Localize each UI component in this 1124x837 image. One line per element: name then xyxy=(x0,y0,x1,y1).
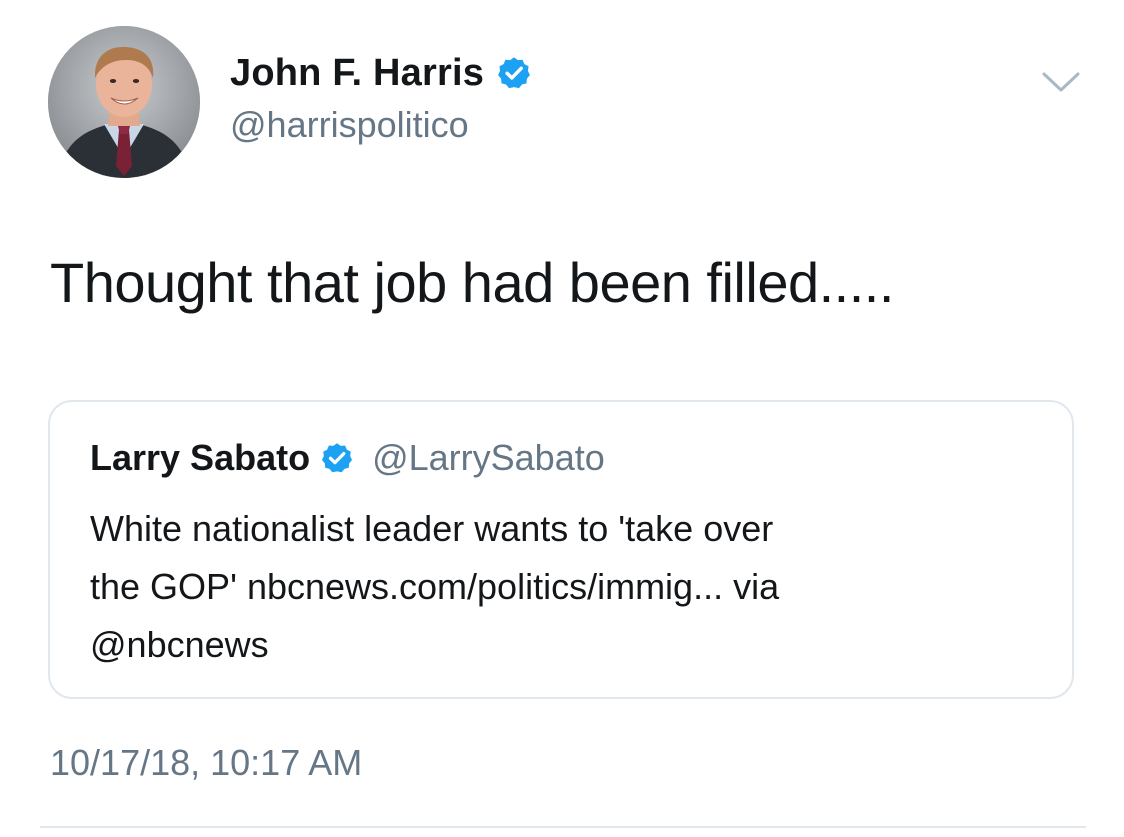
verified-badge-icon xyxy=(322,443,353,473)
quoted-tweet-text: White nationalist leader wants to 'take … xyxy=(90,500,1050,674)
quoted-tweet-line: @nbcnews xyxy=(90,624,269,665)
tweet-text: Thought that job had been filled..... xyxy=(50,251,894,314)
quoted-tweet-header: Larry Sabato @LarrySabato xyxy=(90,434,605,482)
quoted-tweet-line: the GOP' nbcnews.com/politics/immig... v… xyxy=(90,566,780,607)
author-name[interactable]: John F. Harris xyxy=(230,52,484,95)
tweet-timestamp: 10/17/18, 10:17 AM xyxy=(50,742,363,783)
divider xyxy=(40,826,1086,828)
quoted-author-name: Larry Sabato xyxy=(90,437,311,478)
avatar[interactable] xyxy=(48,26,200,178)
quoted-tweet-line: White nationalist leader wants to 'take … xyxy=(90,508,774,549)
avatar-photo xyxy=(48,26,200,178)
chevron-down-icon[interactable] xyxy=(1036,62,1086,102)
tweet-detail: John F. Harris @harrispolitico Thought t… xyxy=(0,0,1124,837)
author-handle[interactable]: @harrispolitico xyxy=(230,104,469,146)
quoted-tweet-card[interactable]: Larry Sabato @LarrySabato White national… xyxy=(48,400,1074,699)
verified-badge-icon xyxy=(498,57,530,89)
author-name-row[interactable]: John F. Harris xyxy=(230,50,532,96)
quoted-author-handle: @LarrySabato xyxy=(372,437,605,478)
